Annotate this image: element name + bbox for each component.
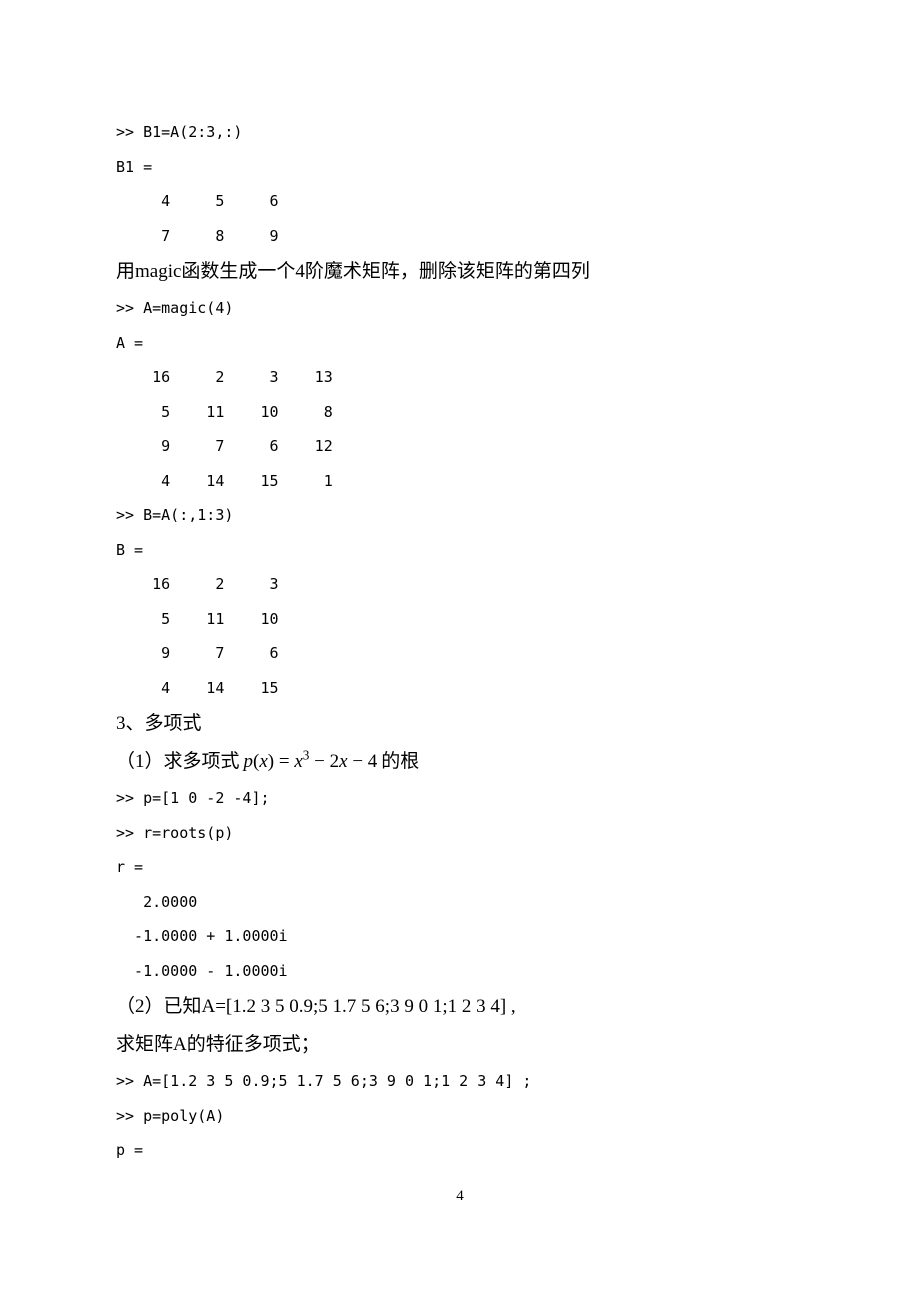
var-x: x [294, 751, 302, 772]
code-line: 7 8 9 [116, 219, 804, 254]
code-line: 16 2 3 13 [116, 360, 804, 395]
var-x: x [259, 751, 267, 772]
text-suffix: 的根 [381, 743, 419, 781]
paragraph: （2）已知A=[1.2 3 5 0.9;5 1.7 5 6;3 9 0 1;1 … [116, 988, 804, 1026]
minus-term: − 4 [348, 751, 378, 772]
code-line: 5 11 10 8 [116, 395, 804, 430]
code-line: 5 11 10 [116, 602, 804, 637]
paragraph: （1）求多项式 p(x) = x3 − 2x − 4 的根 [116, 743, 804, 781]
code-line: >> A=[1.2 3 5 0.9;5 1.7 5 6;3 9 0 1;1 2 … [116, 1064, 804, 1099]
document-page: >> B1=A(2:3,:) B1 = 4 5 6 7 8 9 用magic函数… [0, 0, 920, 1245]
code-line: >> B=A(:,1:3) [116, 498, 804, 533]
code-line: >> r=roots(p) [116, 816, 804, 851]
heading: 3、多项式 [116, 705, 804, 743]
paragraph: 求矩阵A的特征多项式； [116, 1026, 804, 1064]
code-line: p = [116, 1133, 804, 1168]
var-x: x [339, 751, 347, 772]
minus-term: − 2 [309, 751, 339, 772]
code-line: >> A=magic(4) [116, 291, 804, 326]
code-line: r = [116, 850, 804, 885]
code-line: >> p=[1 0 -2 -4]; [116, 781, 804, 816]
text-prefix: （1）求多项式 [116, 743, 240, 781]
equals: = [274, 751, 294, 772]
code-line: -1.0000 + 1.0000i [116, 919, 804, 954]
code-line: A = [116, 326, 804, 361]
code-line: B = [116, 533, 804, 568]
page-number: 4 [116, 1188, 804, 1205]
var-p: p [244, 751, 254, 772]
code-line: 16 2 3 [116, 567, 804, 602]
code-line: 4 5 6 [116, 184, 804, 219]
code-line: 9 7 6 12 [116, 429, 804, 464]
code-line: >> B1=A(2:3,:) [116, 115, 804, 150]
paragraph: 用magic函数生成一个4阶魔术矩阵，删除该矩阵的第四列 [116, 253, 804, 291]
code-line: 2.0000 [116, 885, 804, 920]
code-line: -1.0000 - 1.0000i [116, 954, 804, 989]
code-line: 4 14 15 1 [116, 464, 804, 499]
code-line: B1 = [116, 150, 804, 185]
math-formula: p(x) = x3 − 2x − 4 [244, 743, 378, 781]
code-line: 4 14 15 [116, 671, 804, 706]
code-line: >> p=poly(A) [116, 1099, 804, 1134]
code-line: 9 7 6 [116, 636, 804, 671]
